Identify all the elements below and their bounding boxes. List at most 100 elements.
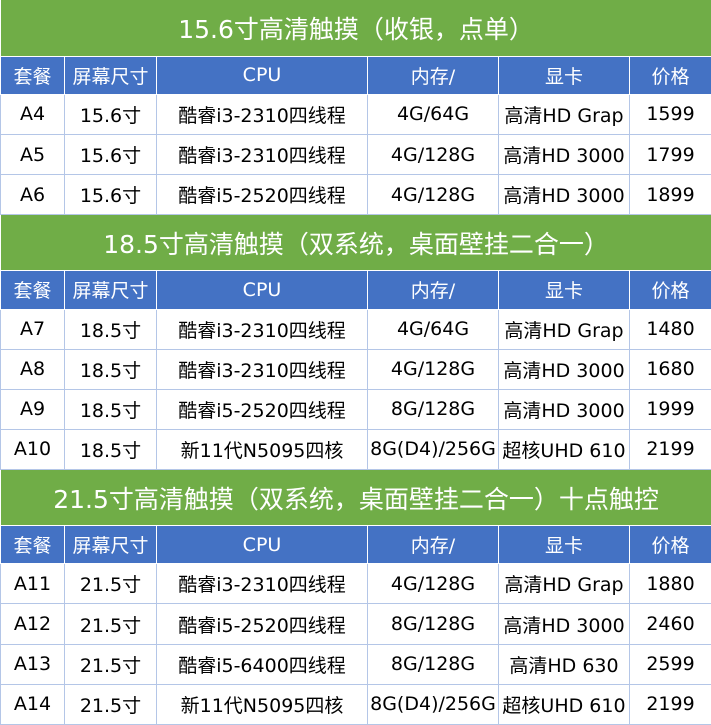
cell-screen-size: 18.5寸: [64, 348, 157, 390]
cell-screen-size: 21.5寸: [64, 683, 157, 725]
cell-graphics: 高清HD 3000: [498, 388, 630, 430]
cell-screen-size: 15.6寸: [64, 133, 157, 176]
column-header-cpu: CPU: [156, 525, 368, 565]
table-row: A12 21.5寸 酷睿i5-2520四线程 8G/128G 高清HD 3000 2460: [0, 603, 711, 645]
cell-price: 1999: [628, 388, 711, 430]
cell-package: A10: [0, 428, 65, 471]
cell-memory: 8G/128G: [367, 643, 499, 685]
section-title-row: 18.5寸高清触摸（双系统，桌面壁挂二合一）: [0, 214, 711, 271]
cell-graphics: 高清HD Grap: [498, 308, 630, 350]
cell-cpu: 酷睿i3-2310四线程: [156, 563, 368, 605]
table-row: A5 15.6寸 酷睿i3-2310四线程 4G/128G 高清HD 3000 1799: [0, 133, 711, 176]
table-row: A14 21.5寸 新11代N5095四核 8G(D4)/256G 超核UHD 610 2…: [0, 683, 711, 725]
price-table: 15.6寸高清触摸（收银，点单） 套餐 屏幕尺寸 CPU 内存/显卡 价格 A4 15.6寸酷…: [0, 0, 711, 725]
cell-package: A5: [0, 133, 65, 176]
column-header-package: 套餐: [0, 525, 65, 565]
cell-price: 2199: [628, 683, 711, 725]
cell-package: A7: [0, 308, 65, 350]
cell-cpu: 酷睿i3-2310四线程: [156, 133, 368, 176]
cell-screen-size: 15.6寸: [64, 174, 157, 216]
cell-memory: 8G(D4)/256G: [367, 683, 499, 725]
cell-screen-size: 15.6寸: [64, 93, 157, 135]
cell-price: 1799: [628, 133, 711, 176]
table-row: A8 18.5寸 酷睿i3-2310四线程 4G/128G 高清HD 3000 1680: [0, 348, 711, 390]
column-header-graphics: 显卡: [498, 270, 630, 310]
cell-screen-size: 18.5寸: [64, 388, 157, 430]
column-header-row: 套餐 屏幕尺寸 CPU 内存/显卡 价格: [0, 55, 711, 95]
cell-graphics: 高清HD 3000: [498, 603, 630, 645]
column-header-memory: 内存/: [367, 55, 499, 95]
cell-graphics: 超核UHD 610: [498, 683, 630, 725]
cell-memory: 4G/128G: [367, 174, 499, 216]
column-header-memory: 内存/: [367, 270, 499, 310]
cell-cpu: 酷睿i5-2520四线程: [156, 174, 368, 216]
cell-memory: 8G/128G: [367, 603, 499, 645]
cell-screen-size: 18.5寸: [64, 308, 157, 350]
column-header-cpu: CPU: [156, 55, 368, 95]
table-row: A13 21.5寸 酷睿i5-6400四线程 8G/128G 高清HD 630 2599: [0, 643, 711, 685]
cell-package: A8: [0, 348, 65, 390]
column-header-memory: 内存/: [367, 525, 499, 565]
section-title-row: 21.5寸高清触摸（双系统，桌面壁挂二合一）十点触控: [0, 469, 711, 526]
cell-package: A13: [0, 643, 65, 685]
cell-package: A12: [0, 603, 65, 645]
cell-graphics: 高清HD Grap: [498, 563, 630, 605]
cell-memory: 4G/128G: [367, 348, 499, 390]
cell-memory: 8G(D4)/256G: [367, 428, 499, 471]
cell-cpu: 酷睿i3-2310四线程: [156, 348, 368, 390]
cell-memory: 4G/128G: [367, 133, 499, 176]
cell-screen-size: 21.5寸: [64, 643, 157, 685]
cell-price: 1880: [628, 563, 711, 605]
cell-cpu: 酷睿i5-2520四线程: [156, 603, 368, 645]
cell-screen-size: 21.5寸: [64, 603, 157, 645]
column-header-graphics: 显卡: [498, 55, 630, 95]
column-header-package: 套餐: [0, 270, 65, 310]
cell-screen-size: 18.5寸: [64, 428, 157, 471]
table-row: A7 18.5寸 酷睿i3-2310四线程 4G/64G 高清HD Grap 1480: [0, 308, 711, 350]
column-header-row: 套餐 屏幕尺寸 CPU 内存/显卡 价格: [0, 270, 711, 310]
column-header-screen-size: 屏幕尺寸: [64, 55, 157, 95]
cell-package: A6: [0, 174, 65, 216]
section-title: 21.5寸高清触摸（双系统，桌面壁挂二合一）十点触控: [0, 469, 711, 526]
column-header-package: 套餐: [0, 55, 65, 95]
cell-price: 1480: [628, 308, 711, 350]
cell-cpu: 酷睿i3-2310四线程: [156, 93, 368, 135]
cell-memory: 4G/128G: [367, 563, 499, 605]
section-title: 15.6寸高清触摸（收银，点单）: [0, 0, 711, 57]
cell-price: 2460: [628, 603, 711, 645]
table-row: A10 18.5寸 新11代N5095四核 8G(D4)/256G 超核UHD 610 2…: [0, 428, 711, 471]
cell-price: 1680: [628, 348, 711, 390]
cell-graphics: 高清HD 3000: [498, 133, 630, 176]
column-header-screen-size: 屏幕尺寸: [64, 270, 157, 310]
cell-package: A11: [0, 563, 65, 605]
cell-graphics: 高清HD 3000: [498, 174, 630, 216]
cell-cpu: 新11代N5095四核: [156, 683, 368, 725]
table-row: A6 15.6寸 酷睿i5-2520四线程 4G/128G 高清HD 3000 1899: [0, 174, 711, 216]
cell-package: A14: [0, 683, 65, 725]
cell-graphics: 超核UHD 610: [498, 428, 630, 471]
cell-price: 2199: [628, 428, 711, 471]
cell-price: 2599: [628, 643, 711, 685]
table-row: A9 18.5寸 酷睿i5-2520四线程 8G/128G 高清HD 3000 1999: [0, 388, 711, 430]
cell-graphics: 高清HD 3000: [498, 348, 630, 390]
section-title-row: 15.6寸高清触摸（收银，点单）: [0, 0, 711, 57]
cell-graphics: 高清HD 630: [498, 643, 630, 685]
column-header-price: 价格: [628, 525, 711, 565]
cell-memory: 4G/64G: [367, 93, 499, 135]
column-header-screen-size: 屏幕尺寸: [64, 525, 157, 565]
column-header-cpu: CPU: [156, 270, 368, 310]
cell-cpu: 酷睿i3-2310四线程: [156, 308, 368, 350]
column-header-row: 套餐 屏幕尺寸 CPU 内存/显卡 价格: [0, 525, 711, 565]
column-header-price: 价格: [628, 270, 711, 310]
cell-cpu: 酷睿i5-2520四线程: [156, 388, 368, 430]
table-row: A11 21.5寸 酷睿i3-2310四线程 4G/128G 高清HD Grap 1880: [0, 563, 711, 605]
cell-screen-size: 21.5寸: [64, 563, 157, 605]
section-title: 18.5寸高清触摸（双系统，桌面壁挂二合一）: [0, 214, 711, 271]
cell-cpu: 新11代N5095四核: [156, 428, 368, 471]
cell-memory: 8G/128G: [367, 388, 499, 430]
cell-memory: 4G/64G: [367, 308, 499, 350]
cell-price: 1899: [628, 174, 711, 216]
column-header-graphics: 显卡: [498, 525, 630, 565]
cell-package: A4: [0, 93, 65, 135]
cell-package: A9: [0, 388, 65, 430]
